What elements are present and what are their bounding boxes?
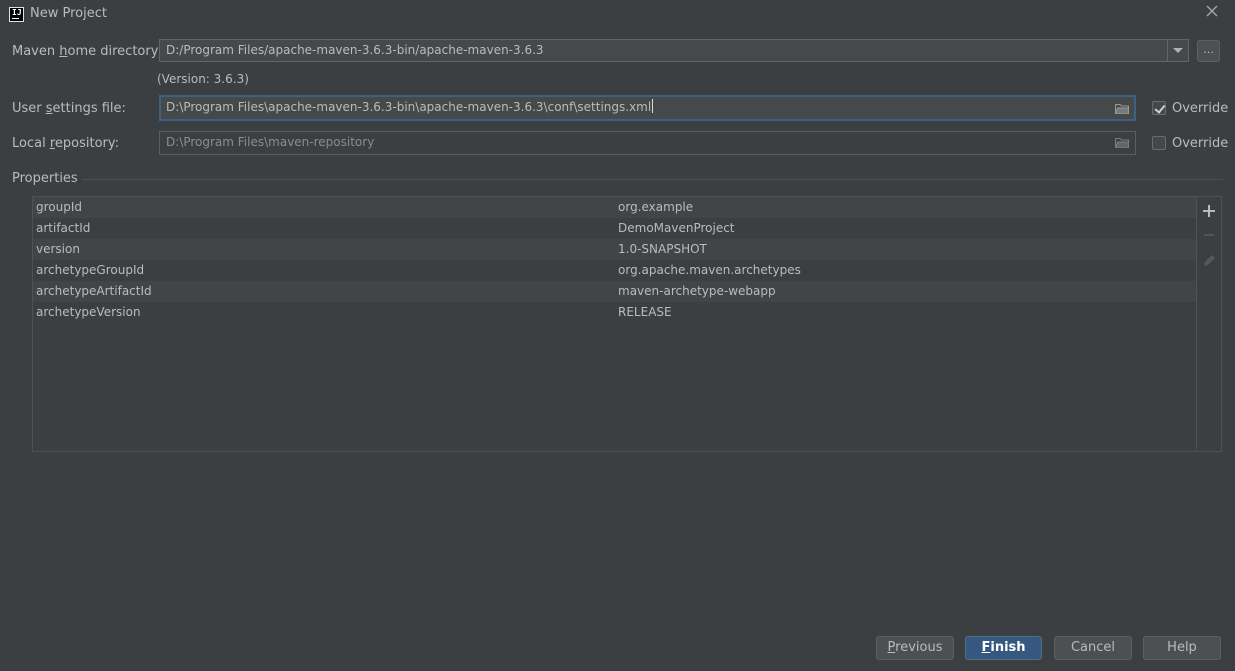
property-value: 1.0-SNAPSHOT xyxy=(618,242,707,256)
title-bar: IJ New Project xyxy=(0,0,1235,30)
table-row[interactable]: archetypeVersion RELEASE xyxy=(33,302,1197,323)
table-row[interactable]: artifactId DemoMavenProject xyxy=(33,218,1197,239)
property-value: org.apache.maven.archetypes xyxy=(618,263,801,277)
plus-icon[interactable] xyxy=(1197,199,1221,223)
user-settings-override-checkbox[interactable] xyxy=(1152,101,1166,115)
text-caret xyxy=(652,99,654,113)
user-settings-label: User settings file: xyxy=(12,101,126,116)
property-value: RELEASE xyxy=(618,305,672,319)
property-key: groupId xyxy=(36,200,83,214)
property-value: DemoMavenProject xyxy=(618,221,735,235)
user-settings-value: D:\Program Files\apache-maven-3.6.3-bin\… xyxy=(166,100,652,114)
table-row[interactable]: version 1.0-SNAPSHOT xyxy=(33,239,1197,260)
pencil-icon[interactable] xyxy=(1197,249,1221,273)
property-value: maven-archetype-webapp xyxy=(618,284,776,298)
table-row[interactable]: archetypeGroupId org.apache.maven.archet… xyxy=(33,260,1197,281)
finish-button[interactable]: Finish xyxy=(965,636,1042,660)
property-key: archetypeArtifactId xyxy=(36,284,152,298)
local-repository-override-checkbox[interactable] xyxy=(1152,136,1166,150)
maven-home-combobox[interactable]: D:/Program Files/apache-maven-3.6.3-bin/… xyxy=(159,39,1189,62)
properties-table[interactable]: groupId org.example artifactId DemoMaven… xyxy=(32,196,1222,452)
local-repository-override-label: Override xyxy=(1172,136,1229,151)
chevron-down-icon[interactable] xyxy=(1167,40,1188,61)
user-settings-field[interactable]: D:\Program Files\apache-maven-3.6.3-bin\… xyxy=(159,95,1136,121)
previous-button[interactable]: Previous xyxy=(876,636,954,660)
close-icon[interactable] xyxy=(1203,4,1221,22)
maven-home-label: Maven home directory: xyxy=(12,44,162,59)
minus-icon[interactable] xyxy=(1197,223,1221,247)
folder-icon[interactable] xyxy=(1115,137,1129,148)
properties-title: Properties xyxy=(12,171,78,186)
property-key: archetypeVersion xyxy=(36,305,141,319)
property-key: version xyxy=(36,242,80,256)
user-settings-override-label: Override xyxy=(1172,101,1229,116)
table-row[interactable]: groupId org.example xyxy=(33,197,1197,218)
maven-home-value: D:/Program Files/apache-maven-3.6.3-bin/… xyxy=(166,43,544,57)
property-value: org.example xyxy=(618,200,694,214)
window-title: New Project xyxy=(30,6,107,21)
property-key: artifactId xyxy=(36,221,91,235)
intellij-app-icon: IJ xyxy=(9,7,24,22)
property-key: archetypeGroupId xyxy=(36,263,145,277)
browse-maven-home-button[interactable]: ... xyxy=(1197,40,1220,62)
folder-icon[interactable] xyxy=(1115,103,1129,114)
local-repository-label: Local repository: xyxy=(12,136,120,151)
properties-separator xyxy=(82,179,1223,180)
maven-version-note: (Version: 3.6.3) xyxy=(157,72,249,86)
cancel-button[interactable]: Cancel xyxy=(1054,636,1132,660)
local-repository-field[interactable]: D:\Program Files\maven-repository xyxy=(159,131,1136,155)
local-repository-value: D:\Program Files\maven-repository xyxy=(166,135,375,149)
help-button[interactable]: Help xyxy=(1143,636,1221,660)
properties-toolbar xyxy=(1196,197,1221,451)
table-row[interactable]: archetypeArtifactId maven-archetype-weba… xyxy=(33,281,1197,302)
